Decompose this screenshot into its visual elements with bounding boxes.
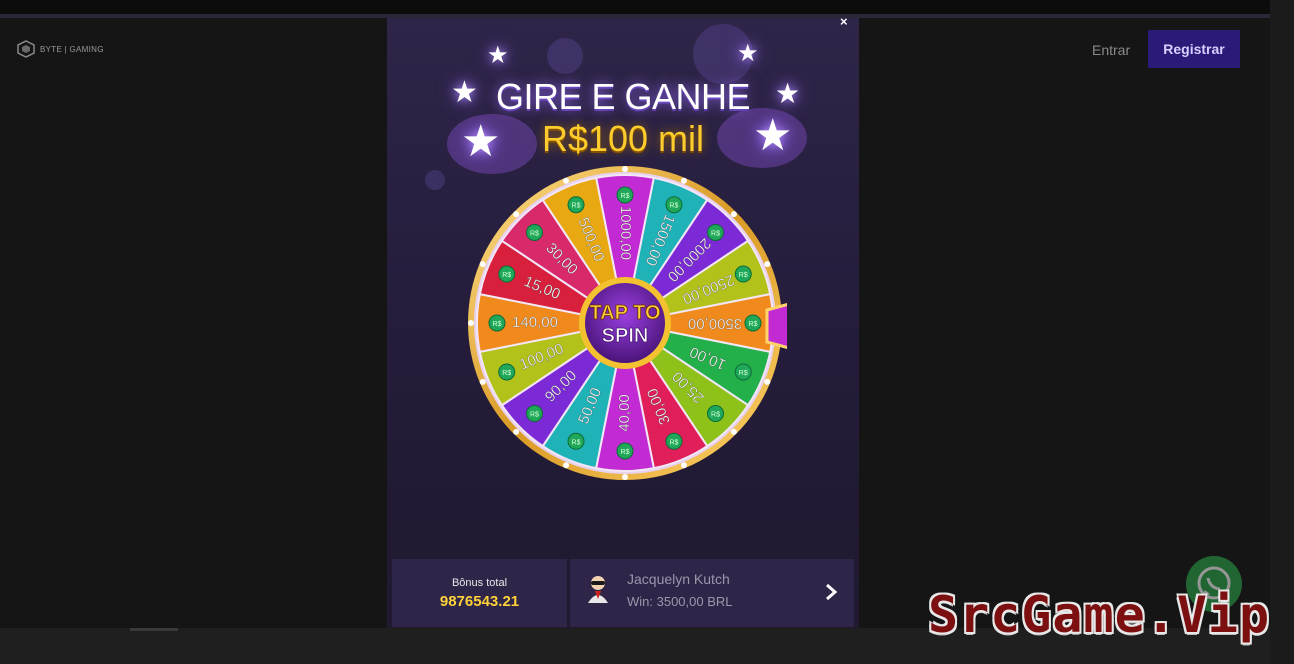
rim-bulb	[563, 462, 570, 469]
coin-label: R$	[670, 439, 679, 446]
login-link[interactable]: Entrar	[1092, 42, 1130, 58]
prize-wheel-graphic[interactable]: R$1000,00 R$1500,00 R$2000,00 R$2500,00R$35…	[467, 158, 791, 488]
rim-bulb	[468, 320, 474, 326]
coin-label: R$	[572, 203, 581, 210]
star-icon: ★	[737, 40, 759, 67]
coin-label: R$	[493, 321, 502, 328]
bg-bubble	[547, 38, 583, 74]
logo-text: BYTE | GAMING	[40, 44, 104, 54]
rim-bulb	[680, 462, 687, 469]
rim-bulb	[764, 378, 771, 385]
wheel-pointer	[765, 302, 791, 350]
coin-label: R$	[670, 203, 679, 210]
bonus-total-label: Bônus total	[451, 577, 508, 589]
promo-title: GIRE E GANHE	[495, 76, 751, 117]
chevron-right-icon[interactable]	[822, 581, 840, 603]
segment-value: 40,00	[616, 394, 633, 432]
rim-bulb	[622, 474, 628, 480]
coin-label: R$	[621, 193, 630, 200]
bottom-tab-indicator	[130, 628, 178, 631]
rim-bulb	[563, 177, 570, 184]
recent-winner-card[interactable]: Jacquelyn Kutch Win: 3500,00 BRL	[570, 559, 854, 627]
coin-label: R$	[711, 230, 720, 237]
logo-icon	[17, 40, 35, 58]
coin-label: R$	[502, 272, 511, 279]
coin-label: R$	[739, 370, 748, 377]
coin-label: R$	[502, 370, 511, 377]
winner-name: Jacquelyn Kutch	[627, 571, 730, 587]
rim-bulb	[479, 261, 486, 268]
coin-label: R$	[739, 272, 748, 279]
coin-label: R$	[749, 321, 758, 328]
spin-label-top[interactable]: TAP TO	[589, 302, 661, 325]
spin-label-bottom[interactable]: SPIN	[601, 325, 649, 348]
scrollbar-track[interactable]	[1270, 0, 1294, 664]
star-icon: ★	[487, 42, 509, 69]
site-logo[interactable]: BYTE | GAMING	[16, 40, 104, 58]
watermark: SrcGame.Vip	[928, 586, 1271, 644]
prize-wheel[interactable]: R$ 1000,00 R$ 1500,00 R$ 2000,00 R$ 2500,00 R$ 35…	[467, 158, 791, 488]
rim-bulb	[479, 378, 486, 385]
segment-value: 1000,00	[617, 206, 634, 260]
promo-prize: R$100 mil	[541, 118, 705, 159]
rim-bulb	[764, 261, 771, 268]
coin-label: R$	[530, 412, 539, 419]
bonus-total-value: 9876543.21	[439, 593, 520, 610]
rim-bulb	[513, 428, 520, 435]
winner-amount: Win: 3500,00 BRL	[627, 594, 733, 609]
rim-bulb	[680, 177, 687, 184]
bonus-total-card: Bônus total 9876543.21	[392, 559, 567, 627]
bg-bubble	[425, 170, 445, 190]
rim-bulb	[622, 166, 628, 172]
top-strip	[0, 0, 1270, 14]
segment-value: 140,00	[512, 314, 558, 331]
segment-value: 3500,00	[688, 315, 742, 332]
close-icon[interactable]: ×	[840, 18, 848, 29]
register-button[interactable]: Registrar	[1148, 30, 1240, 68]
coin-label: R$	[711, 412, 720, 419]
rim-bulb	[730, 211, 737, 218]
spin-wheel-modal: × ★ ★ ★ ★ ★ ★ GIRE E GANHE R$100 mil R$ 1…	[387, 18, 859, 628]
coin-label: R$	[572, 439, 581, 446]
coin-label: R$	[530, 230, 539, 237]
rim-bulb	[513, 211, 520, 218]
coin-label: R$	[621, 449, 630, 456]
avatar-icon	[588, 576, 608, 603]
rim-bulb	[730, 428, 737, 435]
